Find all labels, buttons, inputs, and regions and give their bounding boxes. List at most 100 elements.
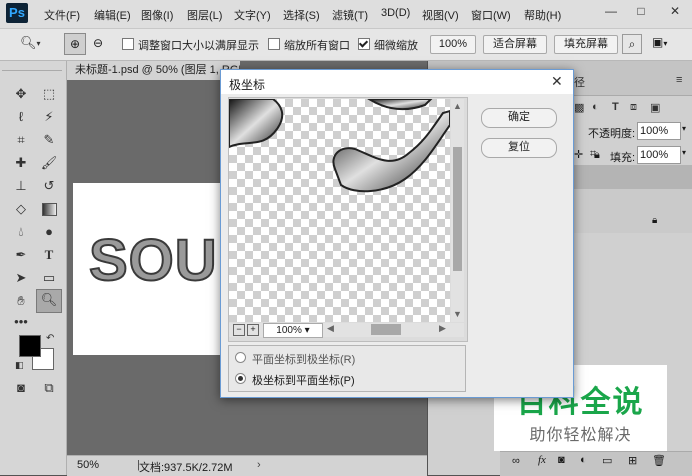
pen-tool-icon[interactable]: ✒: [10, 245, 32, 265]
menu-image[interactable]: 图像(I): [141, 7, 173, 23]
scrubby-zoom-label: 细微缩放: [374, 40, 418, 52]
document-tab[interactable]: 未标题-1.psd @ 50% (图层 1, RGB/8): [67, 61, 240, 80]
preview-zoom-bar: − + 100% ▾ ◀ ▶: [229, 323, 464, 338]
layer-row[interactable]: [570, 189, 692, 212]
menu-help[interactable]: 帮助(H): [524, 7, 561, 23]
opacity-dropdown-icon[interactable]: ▾: [682, 124, 686, 133]
lasso-tool-icon[interactable]: ℓ: [10, 107, 32, 127]
swap-colors-icon[interactable]: ↶: [46, 333, 54, 344]
screen-mode-icon[interactable]: ⧉: [38, 378, 60, 398]
polar-to-rectangular-radio[interactable]: [235, 373, 246, 384]
filter-smart-icon[interactable]: ▣: [650, 101, 660, 114]
watermark-subtitle: 助你轻松解决: [529, 427, 632, 444]
more-tools-icon[interactable]: •••: [10, 312, 32, 332]
blur-tool-icon[interactable]: 💧︎: [10, 222, 32, 242]
filter-adjust-icon[interactable]: ◐: [592, 101, 599, 113]
zoom-tool-icon[interactable]: 🔍︎: [36, 289, 62, 313]
link-layers-icon[interactable]: ∞: [512, 455, 520, 467]
reset-button[interactable]: 复位: [481, 138, 557, 158]
menu-view[interactable]: 视图(V): [422, 7, 459, 23]
add-mask-icon[interactable]: ◙: [558, 454, 565, 466]
panel-menu-icon[interactable]: ≡: [676, 74, 682, 86]
rectangular-to-polar-radio[interactable]: [235, 352, 246, 363]
preview-zoom-select[interactable]: 100% ▾: [263, 323, 323, 338]
opacity-input[interactable]: 100%: [637, 122, 681, 140]
workspace-switcher-icon[interactable]: ▣▾: [652, 35, 682, 53]
maximize-button[interactable]: □: [630, 2, 652, 20]
brush-tool-icon[interactable]: 🖌︎: [38, 153, 60, 173]
adjustment-layer-icon[interactable]: ◐: [580, 454, 587, 466]
zoom-level[interactable]: 50%: [77, 459, 99, 471]
background-layer-row[interactable]: 🔒︎: [570, 211, 692, 233]
type-tool-icon[interactable]: T: [38, 245, 60, 265]
zoom-out-preview-icon[interactable]: −: [233, 324, 245, 336]
zoom-100-button[interactable]: 100%: [430, 35, 476, 54]
filter-pixel-icon[interactable]: ▩: [574, 101, 584, 114]
close-window-button[interactable]: ✕: [664, 2, 686, 20]
dialog-title: 极坐标: [229, 78, 266, 92]
menu-window[interactable]: 窗口(W): [471, 7, 511, 23]
minimize-button[interactable]: —: [600, 2, 622, 20]
layer-lock-icon: 🔒︎: [652, 215, 658, 226]
zoom-in-preview-icon[interactable]: +: [247, 324, 259, 336]
default-colors-icon[interactable]: ◧: [15, 360, 24, 371]
zoom-out-icon[interactable]: ⊖: [88, 33, 108, 53]
search-icon[interactable]: ⌕: [622, 34, 642, 54]
menu-layer[interactable]: 图层(L): [187, 7, 222, 23]
menu-select[interactable]: 选择(S): [283, 7, 320, 23]
menu-3d[interactable]: 3D(D): [381, 7, 410, 19]
doc-size: 文档:937.5K/2.72M: [139, 462, 233, 474]
menu-filter[interactable]: 滤镜(T): [332, 7, 368, 23]
fill-input[interactable]: 100%: [637, 146, 681, 164]
tools-grip[interactable]: [2, 64, 62, 71]
delete-layer-icon[interactable]: 🗑︎: [652, 454, 666, 467]
dialog-titlebar[interactable]: [221, 70, 573, 94]
hand-tool-icon[interactable]: ✋︎: [10, 291, 32, 311]
zoom-all-label: 缩放所有窗口: [284, 40, 350, 52]
fill-dropdown-icon[interactable]: ▾: [682, 148, 686, 157]
menu-file[interactable]: 文件(F): [44, 7, 80, 23]
dodge-tool-icon[interactable]: ●: [38, 222, 60, 242]
zoom-in-icon[interactable]: ⊕: [64, 33, 86, 55]
menu-type[interactable]: 文字(Y): [234, 7, 271, 23]
fill-screen-button[interactable]: 填充屏幕: [554, 35, 618, 54]
menu-edit[interactable]: 编辑(E): [94, 7, 131, 23]
preview-vertical-scrollbar[interactable]: ▲ ▼: [451, 99, 464, 322]
layer-style-icon[interactable]: fx: [538, 454, 546, 466]
rectangle-tool-icon[interactable]: ▭: [38, 268, 60, 288]
quick-mask-icon[interactable]: ◙: [10, 378, 32, 398]
marquee-tool-icon[interactable]: ⬚: [38, 84, 60, 104]
new-group-icon[interactable]: ▭: [602, 454, 612, 467]
fit-screen-button[interactable]: 适合屏幕: [483, 35, 547, 54]
preview-swirl-graphic: [229, 99, 450, 193]
filter-type-icon[interactable]: T: [612, 101, 619, 113]
crop-tool-icon[interactable]: ⌗: [10, 130, 32, 150]
filter-shape-icon[interactable]: ⧈: [630, 101, 637, 114]
lock-all-icon[interactable]: 🔒︎: [594, 149, 600, 162]
move-tool-icon[interactable]: ✥: [10, 84, 32, 104]
panel-tab-fragment[interactable]: 径: [574, 74, 585, 90]
resize-windows-label: 调整窗口大小以满屏显示: [138, 40, 259, 52]
clone-stamp-tool-icon[interactable]: ⊥: [10, 176, 32, 196]
scrubby-zoom-checkbox[interactable]: [358, 38, 370, 50]
preview-horizontal-scrollbar[interactable]: [371, 324, 401, 335]
new-layer-icon[interactable]: ⊞: [628, 454, 637, 467]
magic-wand-tool-icon[interactable]: ⚡: [38, 107, 60, 127]
ok-button[interactable]: 确定: [481, 108, 557, 128]
status-arrow-icon[interactable]: ›: [257, 459, 261, 471]
eyedropper-tool-icon[interactable]: ✎: [38, 130, 60, 150]
eraser-tool-icon[interactable]: ◇: [10, 199, 32, 219]
foreground-color-swatch[interactable]: [19, 335, 41, 357]
zoom-all-checkbox[interactable]: [268, 38, 280, 50]
layer-row-selected[interactable]: [570, 165, 692, 189]
history-brush-tool-icon[interactable]: ↺: [38, 176, 60, 196]
healing-brush-tool-icon[interactable]: ✚: [10, 153, 32, 173]
resize-windows-checkbox[interactable]: [122, 38, 134, 50]
gradient-tool-icon[interactable]: [38, 199, 60, 219]
document-canvas: SOU: [73, 183, 225, 355]
preview-image[interactable]: [229, 99, 450, 322]
dialog-close-icon[interactable]: ✕: [551, 73, 563, 90]
zoom-tool-preset-icon[interactable]: 🔍︎▾: [20, 35, 54, 53]
lock-position-icon[interactable]: ✛: [574, 148, 583, 161]
path-selection-tool-icon[interactable]: ➤: [10, 268, 32, 288]
